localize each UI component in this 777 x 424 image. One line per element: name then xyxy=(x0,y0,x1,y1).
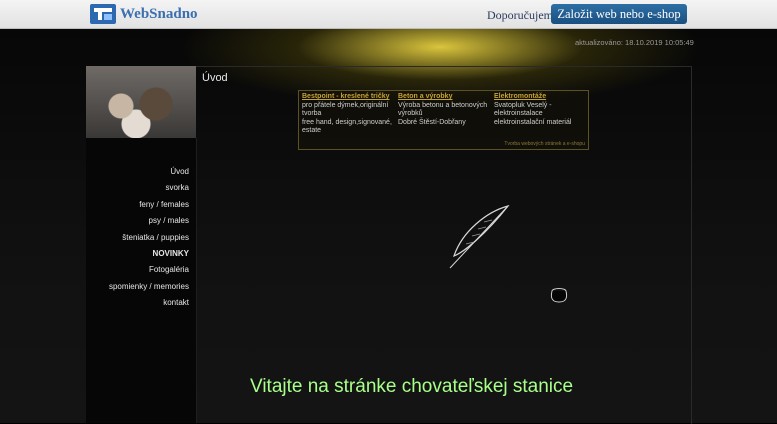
feather-quill-icon xyxy=(449,204,510,269)
ad-link[interactable]: Beton a výrobky xyxy=(398,93,492,102)
sidebar-nav: Úvod svorka feny / females psy / males š… xyxy=(86,138,197,423)
create-website-button[interactable]: Založit web nebo e-shop xyxy=(551,4,687,24)
inkpot-icon xyxy=(550,288,568,303)
ad-text: Dobré Štěstí-Dobřany xyxy=(398,118,466,126)
nav-item-novinky[interactable]: NOVINKY xyxy=(153,249,189,258)
brand-name: WebSnadno xyxy=(120,5,198,22)
ad-footer-link[interactable]: Tvorba webových stránek a e-shopu xyxy=(504,141,585,147)
recommend-link[interactable]: Doporučujeme xyxy=(487,8,558,23)
nav-item-puppies[interactable]: šteniatka / puppies xyxy=(122,233,189,242)
welcome-heading: Vitajte na stránke chovateľskej stanice xyxy=(250,376,574,397)
nav-item-males[interactable]: psy / males xyxy=(149,216,189,225)
ad-column: Bestpoint - kreslené tričky pro přátele … xyxy=(302,93,396,136)
ad-column: Elektromontáže Svatopluk Veselý - elektr… xyxy=(494,93,588,127)
nav-item-svorka[interactable]: svorka xyxy=(165,183,189,192)
websnadno-topbar: WebSnadno Doporučujeme Založit web nebo … xyxy=(0,0,777,29)
nav-item-females[interactable]: feny / females xyxy=(139,200,189,209)
ad-text: elektroinstalační materiál xyxy=(494,118,572,126)
nav-item-contact[interactable]: kontakt xyxy=(163,298,189,307)
ad-text: free hand, design,signované, estate xyxy=(302,118,392,135)
ad-link[interactable]: Elektromontáže xyxy=(494,93,588,102)
nav-item-gallery[interactable]: Fotogaléria xyxy=(149,265,189,274)
ad-box: Bestpoint - kreslené tričky pro přátele … xyxy=(298,90,589,150)
websnadno-logo[interactable]: WebSnadno xyxy=(90,4,198,24)
websnadno-logo-icon xyxy=(90,4,116,24)
ad-text: Výroba betonu a betonových výrobků xyxy=(398,101,488,118)
nav-item-memories[interactable]: spomienky / memories xyxy=(109,282,189,291)
last-updated-text: aktualizováno: 18.10.2019 10:05:49 xyxy=(575,38,694,47)
page-title: Úvod xyxy=(202,72,228,84)
header-dog-photo xyxy=(86,66,196,138)
ad-link[interactable]: Bestpoint - kreslené tričky xyxy=(302,93,396,102)
ad-text: pro přátele dýmek,originální tvorba xyxy=(302,101,389,118)
ad-column: Beton a výrobky Výroba betonu a betonový… xyxy=(398,93,492,127)
nav-item-uvod[interactable]: Úvod xyxy=(170,167,189,176)
ad-text: Svatopluk Veselý - elektroinstalace xyxy=(494,101,552,118)
